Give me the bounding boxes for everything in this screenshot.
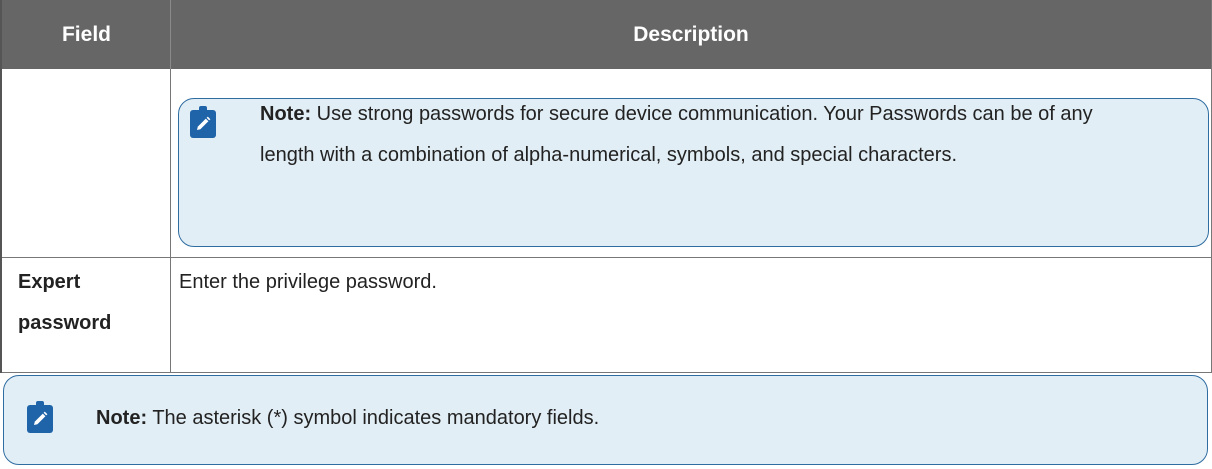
row-divider	[2, 257, 1211, 258]
note-pencil-icon	[190, 106, 216, 138]
note-body: The asterisk (*) symbol indicates mandat…	[152, 407, 600, 429]
header-description: Description	[633, 23, 749, 46]
fields-table: Field Description Note: Use strong passw…	[0, 0, 1212, 373]
password-note-text: Note: Use strong passwords for secure de…	[260, 94, 1130, 176]
mandatory-fields-note: Note: The asterisk (*) symbol indicates …	[3, 375, 1208, 465]
note-body: Use strong passwords for secure device c…	[260, 103, 1093, 166]
header-field: Field	[61, 23, 111, 46]
note-pencil-icon	[27, 401, 53, 433]
column-divider	[170, 69, 171, 373]
password-note: Note: Use strong passwords for secure de…	[178, 98, 1209, 247]
note-label: Note:	[96, 407, 148, 429]
description-expert-password: Enter the privilege password.	[179, 271, 437, 293]
field-expert-password: Expert password	[18, 271, 112, 334]
mandatory-note-text: Note: The asterisk (*) symbol indicates …	[96, 398, 1096, 439]
table-header: Field Description	[2, 0, 1211, 69]
note-label: Note:	[260, 103, 312, 125]
row-divider	[2, 372, 1211, 373]
